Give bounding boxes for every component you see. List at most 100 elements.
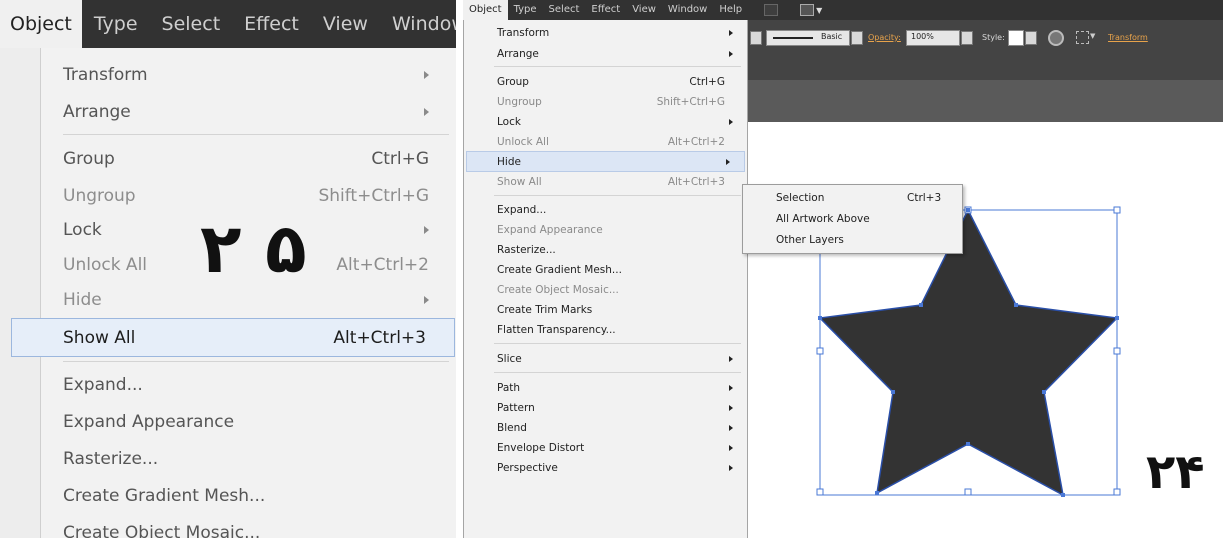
stroke-line-preview (773, 37, 813, 39)
stroke-weight-dropdown[interactable] (750, 31, 762, 45)
resize-handle-bottom-right[interactable] (1113, 488, 1121, 496)
align-icon[interactable] (1076, 31, 1089, 44)
menu-item-create-object-mosaic[interactable]: Create Object Mosaic... (464, 280, 747, 299)
menu-item-perspective[interactable]: Perspective (464, 458, 747, 477)
left-zoomed-screenshot: Object Type Select Effect View Window Tr… (0, 0, 456, 538)
menu-item-arrange[interactable]: Arrange (464, 44, 747, 63)
arrange-documents-icon[interactable] (800, 4, 815, 16)
chevron-down-icon[interactable]: ▼ (816, 6, 822, 15)
menu-item-show-all[interactable]: Show All Alt+Ctrl+3 (11, 318, 455, 357)
menu-bar: Object Type Select Effect View Window He… (463, 0, 1223, 20)
menu-item-expand[interactable]: Expand... (41, 366, 456, 403)
submenu-arrow-icon (729, 118, 733, 125)
stroke-style-field[interactable]: Basic (766, 30, 850, 46)
menu-type[interactable]: Type (82, 0, 150, 48)
resize-handle-right[interactable] (1113, 347, 1121, 355)
menu-effect[interactable]: Effect (585, 0, 626, 20)
object-menu-dropdown: Transform Arrange Group Ctrl+G Ungroup Shi… (463, 20, 748, 538)
menu-item-hide[interactable]: Hide (466, 151, 745, 172)
menu-divider (494, 66, 741, 67)
menu-divider (494, 343, 741, 344)
right-app-screenshot: Object Type Select Effect View Window He… (463, 0, 1223, 538)
opacity-link[interactable]: Opacity: (868, 33, 901, 42)
chevron-down-icon[interactable]: ▼ (1090, 32, 1095, 40)
menu-item-lock[interactable]: Lock (464, 112, 747, 131)
submenu-arrow-icon (729, 404, 733, 411)
menu-item-group[interactable]: Group Ctrl+G (464, 72, 747, 91)
menu-select[interactable]: Select (150, 0, 233, 48)
resize-handle-top-right[interactable] (1113, 206, 1121, 214)
menu-item-slice[interactable]: Slice (464, 349, 747, 368)
submenu-item-all-artwork-above[interactable]: All Artwork Above (743, 209, 962, 228)
menu-item-expand-appearance[interactable]: Expand Appearance (41, 403, 456, 440)
graphic-style-dropdown[interactable] (1025, 31, 1037, 45)
resize-handle-left[interactable] (816, 347, 824, 355)
menu-effect[interactable]: Effect (232, 0, 311, 48)
resize-handle-bottom-left[interactable] (816, 488, 824, 496)
menu-divider (494, 195, 741, 196)
transform-link[interactable]: Transform (1108, 33, 1148, 42)
menu-item-create-object-mosaic[interactable]: Create Object Mosaic... (41, 514, 456, 538)
submenu-arrow-icon (729, 464, 733, 471)
menu-window[interactable]: Window (380, 0, 456, 48)
submenu-arrow-icon (726, 158, 730, 165)
style-label: Style: (982, 33, 1005, 42)
submenu-item-selection[interactable]: Selection Ctrl+3 (743, 188, 962, 207)
menu-divider (494, 372, 741, 373)
menu-item-create-gradient-mesh[interactable]: Create Gradient Mesh... (464, 260, 747, 279)
step-number-annotation: ۲ ۵ (200, 210, 307, 289)
submenu-arrow-icon (729, 355, 733, 362)
menu-window[interactable]: Window (662, 0, 713, 20)
menu-item-ungroup[interactable]: Ungroup Shift+Ctrl+G (41, 177, 456, 214)
submenu-arrow-icon (424, 70, 429, 79)
menu-help[interactable]: Help (713, 0, 748, 20)
menu-item-ungroup[interactable]: Ungroup Shift+Ctrl+G (464, 92, 747, 111)
document-tab-strip (746, 80, 1223, 122)
menu-item-show-all[interactable]: Show All Alt+Ctrl+3 (464, 172, 747, 191)
menu-object[interactable]: Object (463, 0, 508, 20)
menu-item-arrange[interactable]: Arrange (41, 93, 456, 130)
submenu-arrow-icon (729, 444, 733, 451)
submenu-arrow-icon (424, 107, 429, 116)
submenu-arrow-icon (729, 384, 733, 391)
menu-view[interactable]: View (626, 0, 662, 20)
menu-item-pattern[interactable]: Pattern (464, 398, 747, 417)
menu-item-transform[interactable]: Transform (464, 23, 747, 42)
submenu-arrow-icon (424, 295, 429, 304)
menu-item-blend[interactable]: Blend (464, 418, 747, 437)
menu-item-path[interactable]: Path (464, 378, 747, 397)
stroke-style-dropdown[interactable] (851, 31, 863, 45)
menu-item-create-trim-marks[interactable]: Create Trim Marks (464, 300, 747, 319)
menu-item-flatten-transparency[interactable]: Flatten Transparency... (464, 320, 747, 339)
menu-divider (63, 134, 449, 135)
hide-submenu: Selection Ctrl+3 All Artwork Above Other … (742, 184, 963, 254)
menu-item-unlock-all[interactable]: Unlock All Alt+Ctrl+2 (464, 132, 747, 151)
object-menu-dropdown: Transform Arrange Group Ctrl+G Ungroup Shi… (11, 48, 456, 538)
menu-type[interactable]: Type (508, 0, 543, 20)
menu-item-expand[interactable]: Expand... (464, 200, 747, 219)
resize-handle-bottom[interactable] (964, 488, 972, 496)
menu-item-transform[interactable]: Transform (41, 56, 456, 93)
step-number-annotation: ۲۴ (1146, 444, 1205, 500)
submenu-item-other-layers[interactable]: Other Layers (743, 230, 962, 249)
menu-item-create-gradient-mesh[interactable]: Create Gradient Mesh... (41, 477, 456, 514)
bridge-icon[interactable] (764, 4, 779, 16)
submenu-arrow-icon (424, 225, 429, 234)
menu-object[interactable]: Object (0, 0, 82, 48)
recolor-artwork-icon[interactable] (1048, 30, 1064, 46)
menu-item-rasterize[interactable]: Rasterize... (41, 440, 456, 477)
menu-divider (63, 361, 449, 362)
menu-select[interactable]: Select (543, 0, 586, 20)
menu-item-expand-appearance[interactable]: Expand Appearance (464, 220, 747, 239)
menu-view[interactable]: View (311, 0, 380, 48)
submenu-arrow-icon (729, 29, 733, 36)
opacity-dropdown[interactable] (961, 31, 973, 45)
control-bar: Basic Opacity: 100% Style: ▼ Transform (746, 20, 1223, 80)
menu-item-envelope-distort[interactable]: Envelope Distort (464, 438, 747, 457)
submenu-arrow-icon (729, 50, 733, 57)
opacity-input[interactable]: 100% (906, 30, 960, 46)
menu-bar: Object Type Select Effect View Window (0, 0, 456, 48)
menu-item-rasterize[interactable]: Rasterize... (464, 240, 747, 259)
menu-item-group[interactable]: Group Ctrl+G (41, 140, 456, 177)
graphic-style-swatch[interactable] (1008, 30, 1024, 46)
